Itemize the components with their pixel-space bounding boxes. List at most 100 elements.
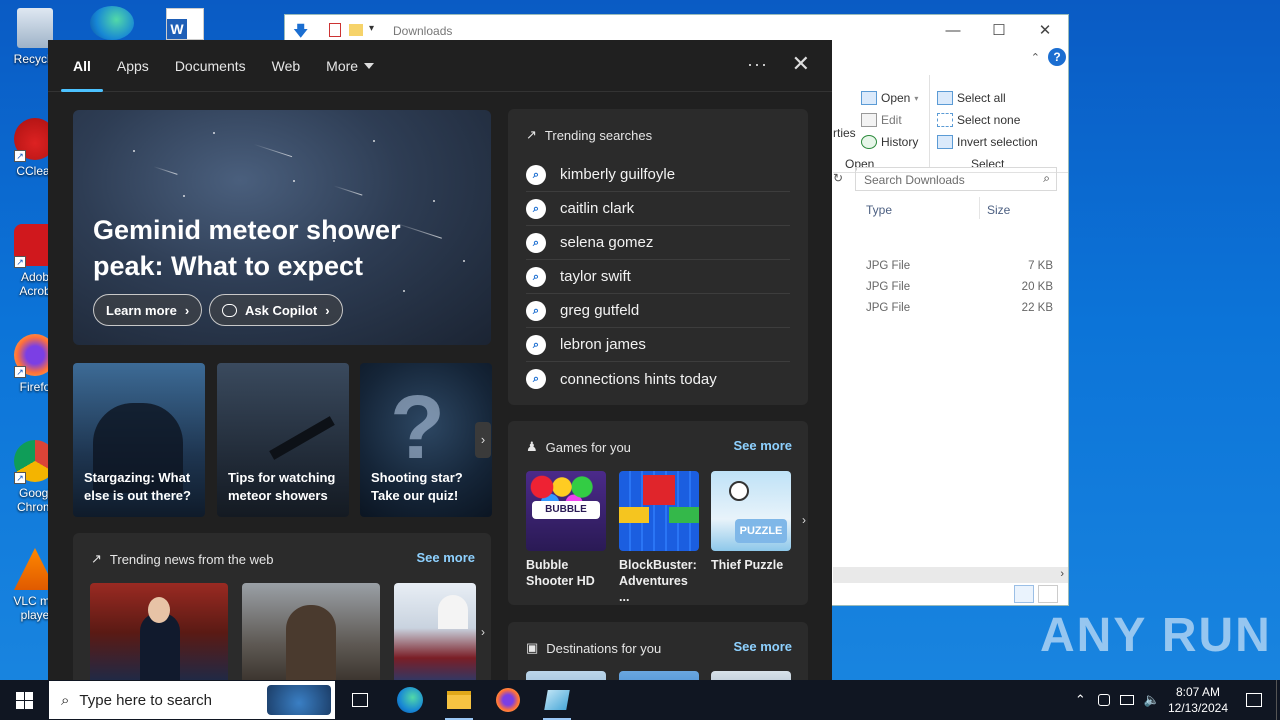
thief-puzzle-thumbnail: PUZZLE bbox=[711, 471, 791, 551]
invert-selection-icon bbox=[937, 135, 953, 149]
file-row[interactable]: JPG File 20 KB bbox=[866, 281, 1056, 293]
file-row[interactable]: JPG File 7 KB bbox=[866, 260, 1056, 272]
trending-search-item[interactable]: ⌕ connections hints today bbox=[526, 362, 790, 396]
search-icon: ⌕ bbox=[526, 266, 546, 287]
firefox-icon bbox=[496, 688, 520, 712]
quick-access-properties-icon[interactable] bbox=[329, 23, 341, 37]
ribbon-collapse-chevron-icon[interactable]: ⌃ bbox=[1031, 51, 1040, 64]
trending-search-item[interactable]: ⌕ caitlin clark bbox=[526, 192, 790, 226]
games-see-more-link[interactable]: See more bbox=[733, 438, 792, 453]
news-thumbnail[interactable] bbox=[90, 583, 228, 680]
network-icon[interactable] bbox=[1119, 695, 1134, 705]
help-icon[interactable]: ? bbox=[1048, 48, 1066, 66]
file-row[interactable]: JPG File 22 KB bbox=[866, 302, 1056, 314]
select-none-label: Select none bbox=[957, 113, 1021, 127]
taskbar-search-box[interactable]: ⌕ Type here to search bbox=[49, 681, 335, 719]
taskbar-firefox[interactable] bbox=[484, 680, 532, 720]
details-view-icon[interactable] bbox=[1014, 585, 1034, 603]
tab-more[interactable]: More bbox=[326, 40, 375, 92]
taskbar-edge[interactable] bbox=[386, 680, 434, 720]
invert-selection-button[interactable]: Invert selection bbox=[937, 135, 1038, 149]
system-tray: ⌃ 🔈 8:07 AM 12/13/2024 bbox=[1075, 680, 1280, 720]
game-tile[interactable]: BlockBuster: Adventures ... bbox=[619, 471, 699, 605]
capitol-dome bbox=[438, 595, 468, 629]
games-panel: ♟ Games for you See more BUBBLE Bubble S… bbox=[508, 421, 808, 605]
select-all-icon bbox=[937, 91, 953, 105]
destination-thumbnail[interactable] bbox=[711, 671, 791, 680]
trending-search-item[interactable]: ⌕ kimberly guilfoyle bbox=[526, 158, 790, 192]
taskbar-file-explorer[interactable] bbox=[435, 680, 483, 720]
word-icon: W bbox=[167, 19, 187, 39]
large-icons-view-icon[interactable] bbox=[1038, 585, 1058, 603]
destinations-header: ▣ Destinations for you bbox=[526, 640, 661, 656]
news-thumbnail[interactable] bbox=[242, 583, 380, 680]
edge-desktop-icon[interactable] bbox=[90, 6, 134, 40]
trending-search-item[interactable]: ⌕ greg gutfeld bbox=[526, 294, 790, 328]
horizontal-scrollbar[interactable]: › bbox=[833, 567, 1068, 583]
destination-thumbnail[interactable] bbox=[619, 671, 699, 680]
quick-access-folder-icon[interactable] bbox=[349, 24, 363, 36]
news-thumbnail[interactable] bbox=[394, 583, 476, 680]
tab-all[interactable]: All bbox=[61, 40, 103, 92]
select-none-button[interactable]: Select none bbox=[937, 113, 1020, 127]
hero-card[interactable]: Geminid meteor shower peak: What to expe… bbox=[73, 110, 491, 345]
select-all-button[interactable]: Select all bbox=[937, 91, 1006, 105]
edit-button[interactable]: Edit bbox=[861, 113, 902, 127]
scroll-right-icon[interactable]: › bbox=[1060, 568, 1064, 580]
tab-apps[interactable]: Apps bbox=[117, 40, 149, 92]
more-options-icon[interactable]: ··· bbox=[747, 54, 768, 75]
open-button[interactable]: Open ▾ bbox=[861, 91, 918, 105]
story-card[interactable]: ? Shooting star? Take our quiz! bbox=[360, 363, 492, 517]
trending-search-item[interactable]: ⌕ lebron james bbox=[526, 328, 790, 362]
story-card[interactable]: Stargazing: What else is out there? bbox=[73, 363, 205, 517]
chevron-down-icon bbox=[364, 62, 375, 69]
ask-copilot-button[interactable]: Ask Copilot › bbox=[209, 294, 343, 326]
story-card[interactable]: Tips for watching meteor showers bbox=[217, 363, 349, 517]
story-card-title: Tips for watching meteor showers bbox=[228, 470, 336, 503]
green-blocks bbox=[669, 507, 699, 523]
destinations-see-more-link[interactable]: See more bbox=[733, 639, 792, 654]
column-header-size[interactable]: Size bbox=[987, 203, 1010, 217]
show-desktop-button[interactable] bbox=[1276, 680, 1280, 720]
column-header-type[interactable]: Type bbox=[866, 203, 892, 217]
show-hidden-icons-icon[interactable]: ⌃ bbox=[1075, 692, 1086, 708]
desktop-icon-label: Firefo bbox=[19, 380, 51, 394]
properties-button[interactable]: rties bbox=[833, 126, 856, 140]
tab-web[interactable]: Web bbox=[272, 40, 301, 92]
clock[interactable]: 8:07 AM 12/13/2024 bbox=[1168, 684, 1228, 716]
search-icon: ⌕ bbox=[526, 198, 546, 219]
game-tile[interactable]: BUBBLE Bubble Shooter HD bbox=[526, 471, 606, 589]
explorer-search-input[interactable]: Search Downloads ⌕ bbox=[855, 167, 1057, 191]
trending-news-see-more-link[interactable]: See more bbox=[416, 550, 475, 565]
game-title: Thief Puzzle bbox=[711, 558, 784, 572]
notifications-icon[interactable] bbox=[1246, 693, 1262, 707]
taskbar-app[interactable] bbox=[533, 680, 581, 720]
volume-icon[interactable]: 🔈 bbox=[1144, 692, 1160, 708]
trending-search-item[interactable]: ⌕ selena gomez bbox=[526, 226, 790, 260]
quick-access-chevron-icon[interactable]: ▾ bbox=[369, 23, 374, 34]
word-desktop-icon[interactable]: W bbox=[166, 8, 204, 40]
tray-app-icon[interactable] bbox=[1097, 694, 1110, 706]
open-label: Open bbox=[881, 91, 911, 105]
task-view-button[interactable] bbox=[336, 680, 384, 720]
history-button[interactable]: History bbox=[861, 135, 918, 149]
start-button[interactable] bbox=[0, 680, 48, 720]
game-tile[interactable]: PUZZLE Thief Puzzle bbox=[711, 471, 791, 573]
learn-more-button[interactable]: Learn more › bbox=[93, 294, 203, 326]
column-separator[interactable] bbox=[979, 197, 980, 219]
tab-documents[interactable]: Documents bbox=[175, 40, 246, 92]
games-next-icon[interactable]: › bbox=[802, 513, 806, 527]
maximize-icon[interactable]: ☐ bbox=[976, 15, 1022, 45]
trending-searches-panel: ↗ Trending searches ⌕ kimberly guilfoyle… bbox=[508, 109, 808, 405]
refresh-button[interactable]: ↻ bbox=[833, 171, 843, 185]
news-next-icon[interactable]: › bbox=[481, 625, 485, 639]
story-card-title: Stargazing: What else is out there? bbox=[84, 470, 191, 503]
close-icon[interactable]: ✕ bbox=[1022, 15, 1068, 45]
close-icon[interactable]: ✕ bbox=[792, 51, 810, 77]
destination-thumbnail[interactable] bbox=[526, 671, 606, 680]
taskbar: ⌕ Type here to search ⌃ 🔈 8:07 AM 12/13/… bbox=[0, 680, 1280, 720]
cards-next-button[interactable]: › bbox=[475, 422, 491, 458]
trending-search-item[interactable]: ⌕ taylor swift bbox=[526, 260, 790, 294]
minimize-icon[interactable]: — bbox=[930, 15, 976, 45]
tab-more-label: More bbox=[326, 57, 359, 74]
